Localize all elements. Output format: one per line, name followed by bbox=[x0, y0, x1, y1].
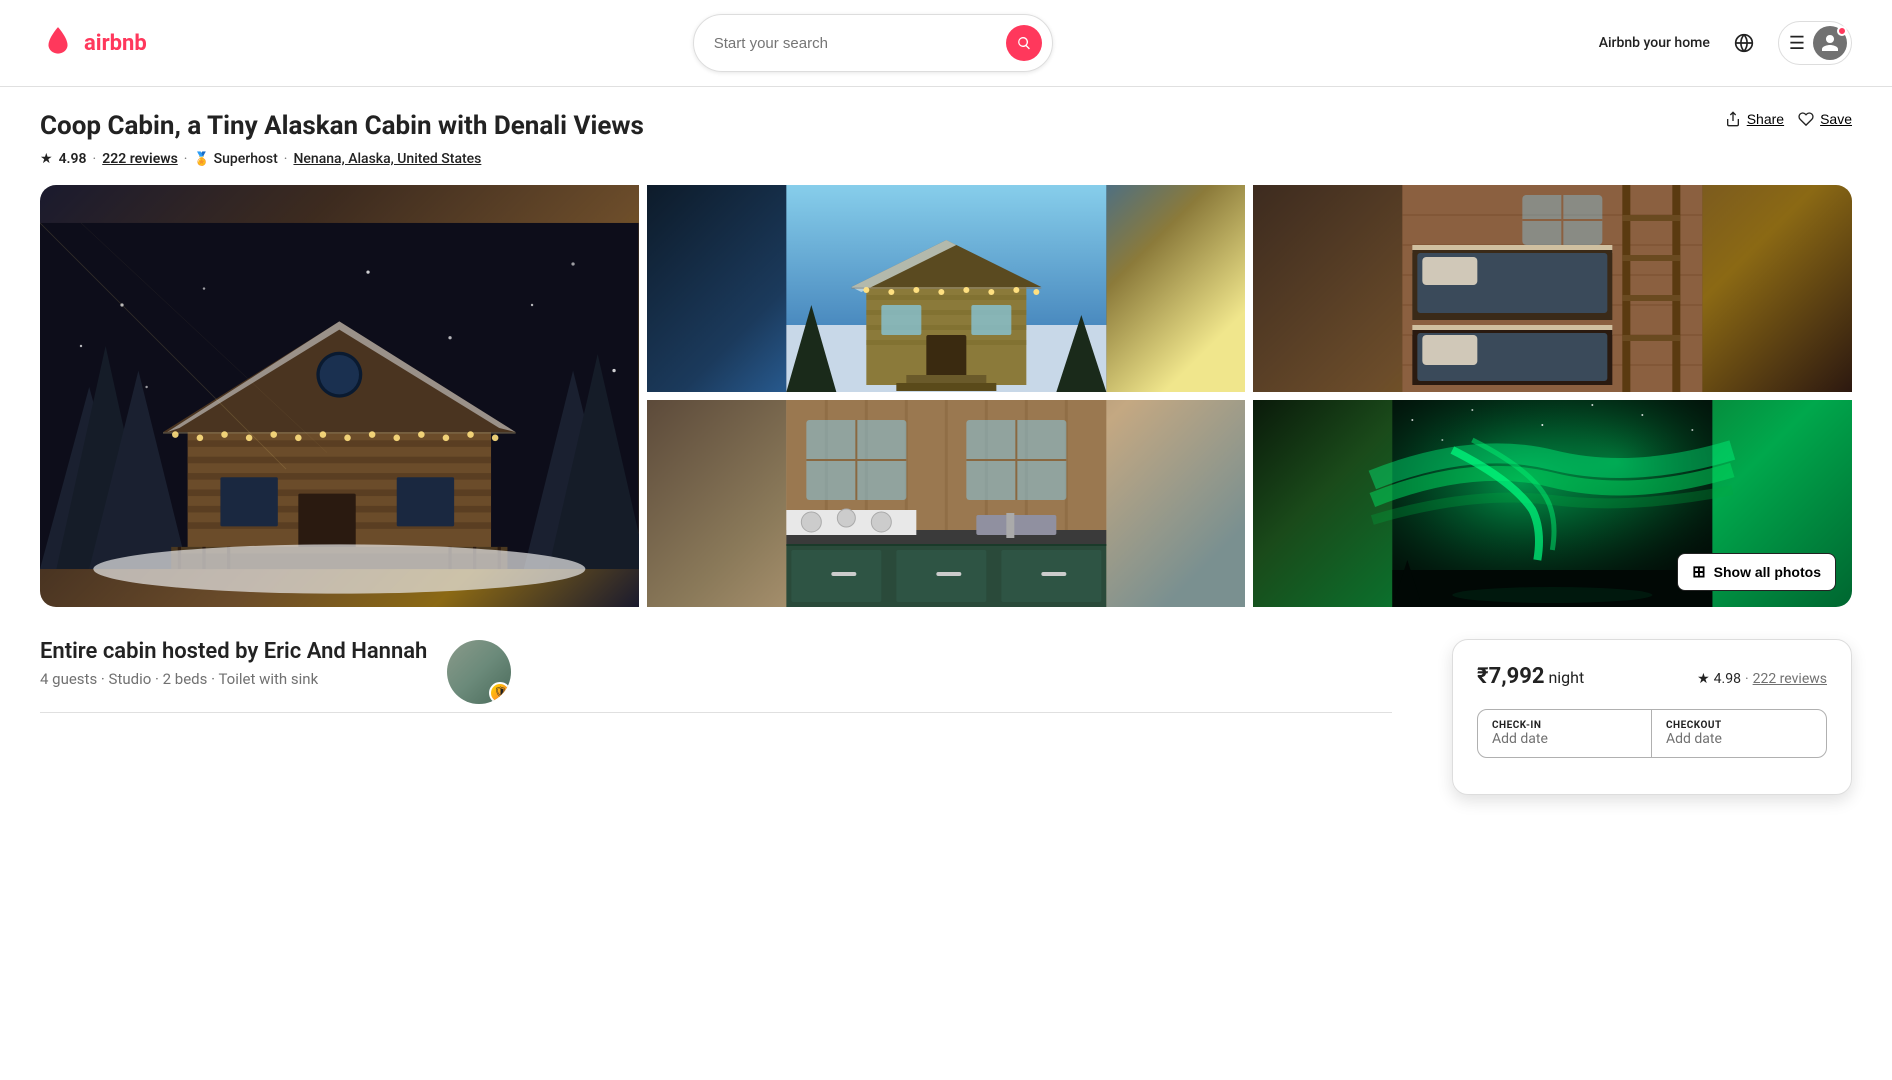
listing-title-area: Coop Cabin, a Tiny Alaskan Cabin with De… bbox=[40, 111, 644, 185]
booking-rating: 4.98 bbox=[1714, 671, 1741, 687]
listing-actions: Share Save bbox=[1725, 111, 1852, 127]
reviews-link-meta[interactable]: 222 reviews bbox=[102, 151, 178, 167]
save-button[interactable]: Save bbox=[1798, 111, 1852, 127]
location-link[interactable]: Nenana, Alaska, United States bbox=[293, 151, 481, 167]
photo-bottom-right-1[interactable] bbox=[647, 400, 1246, 607]
share-button[interactable]: Share bbox=[1725, 111, 1784, 127]
globe-button[interactable] bbox=[1726, 25, 1762, 61]
logo[interactable]: airbnb bbox=[40, 25, 147, 61]
airbnb-your-home-link[interactable]: Airbnb your home bbox=[1599, 35, 1710, 51]
booking-reviews-link[interactable]: 222 reviews bbox=[1753, 671, 1827, 687]
globe-icon bbox=[1734, 33, 1754, 53]
show-all-photos-button[interactable]: ⊞ Show all photos bbox=[1677, 553, 1836, 591]
superhost-label: Superhost bbox=[214, 151, 278, 167]
host-title: Entire cabin hosted by Eric And Hannah bbox=[40, 639, 427, 664]
notification-dot bbox=[1837, 26, 1847, 36]
photo-bottom-right-2[interactable]: ⊞ Show all photos bbox=[1253, 400, 1852, 607]
rating-value: 4.98 bbox=[59, 151, 87, 167]
grid-icon: ⊞ bbox=[1692, 562, 1705, 582]
search-bar[interactable] bbox=[693, 14, 1053, 72]
checkin-cell[interactable]: CHECK-IN Add date bbox=[1478, 710, 1652, 757]
share-label: Share bbox=[1747, 111, 1784, 127]
listing-header: Coop Cabin, a Tiny Alaskan Cabin with De… bbox=[40, 111, 1852, 185]
listing-info: Entire cabin hosted by Eric And Hannah 4… bbox=[40, 639, 1392, 795]
price-rating-area: ★ 4.98 · 222 reviews bbox=[1697, 671, 1827, 687]
host-badge-icon: 🛡 bbox=[489, 682, 511, 704]
superhost-icon: 🏅 bbox=[193, 152, 209, 167]
listing-title: Coop Cabin, a Tiny Alaskan Cabin with De… bbox=[40, 111, 644, 141]
dot-separator-2: · bbox=[184, 151, 188, 167]
listing-body: Entire cabin hosted by Eric And Hannah 4… bbox=[40, 639, 1852, 835]
host-text: Entire cabin hosted by Eric And Hannah 4… bbox=[40, 639, 427, 704]
dot-separator-1: · bbox=[93, 151, 97, 167]
superhost-badge: 🏅 Superhost bbox=[193, 151, 277, 167]
price-amount: ₹7,992 bbox=[1477, 664, 1544, 689]
booking-card: ₹7,992 night ★ 4.98 · 222 reviews CHECK-… bbox=[1452, 639, 1852, 795]
date-grid: CHECK-IN Add date CHECKOUT Add date bbox=[1477, 709, 1827, 758]
dot-booking: · bbox=[1745, 671, 1749, 687]
listing-details: 4 guests · Studio · 2 beds · Toilet with… bbox=[40, 670, 427, 688]
header: airbnb Airbnb your home ☰ bbox=[0, 0, 1892, 87]
host-avatar: 🛡 bbox=[447, 640, 511, 704]
price-area: ₹7,992 night bbox=[1477, 664, 1584, 689]
star-icon: ★ bbox=[40, 151, 53, 167]
price-night-label: night bbox=[1548, 668, 1584, 687]
listing-meta: ★ 4.98 · 222 reviews · 🏅 Superhost · Nen… bbox=[40, 151, 644, 167]
checkin-label: CHECK-IN bbox=[1492, 720, 1637, 731]
search-button[interactable] bbox=[1006, 25, 1042, 61]
checkin-value: Add date bbox=[1492, 731, 1637, 747]
main-content: Coop Cabin, a Tiny Alaskan Cabin with De… bbox=[0, 87, 1892, 835]
show-all-photos-label: Show all photos bbox=[1714, 564, 1821, 580]
checkout-label: CHECKOUT bbox=[1666, 720, 1812, 731]
checkout-cell[interactable]: CHECKOUT Add date bbox=[1652, 710, 1826, 757]
heart-icon bbox=[1798, 111, 1814, 127]
header-right: Airbnb your home ☰ bbox=[1599, 21, 1852, 65]
photo-top-right-1[interactable] bbox=[647, 185, 1246, 392]
dot-separator-3: · bbox=[284, 151, 288, 167]
host-row: Entire cabin hosted by Eric And Hannah 4… bbox=[40, 639, 1392, 704]
photo-top-right-2[interactable] bbox=[1253, 185, 1852, 392]
avatar-wrap bbox=[1813, 26, 1847, 60]
save-label: Save bbox=[1820, 111, 1852, 127]
logo-text: airbnb bbox=[84, 31, 147, 56]
divider bbox=[40, 712, 1392, 713]
share-icon bbox=[1725, 111, 1741, 127]
search-input[interactable] bbox=[714, 35, 996, 52]
price-row: ₹7,992 night ★ 4.98 · 222 reviews bbox=[1477, 664, 1827, 689]
photo-grid: ⊞ Show all photos bbox=[40, 185, 1852, 607]
checkout-value: Add date bbox=[1666, 731, 1812, 747]
star-icon-booking: ★ bbox=[1697, 671, 1710, 687]
user-menu[interactable]: ☰ bbox=[1778, 21, 1852, 65]
photo-main[interactable] bbox=[40, 185, 639, 607]
hamburger-icon: ☰ bbox=[1789, 33, 1805, 54]
